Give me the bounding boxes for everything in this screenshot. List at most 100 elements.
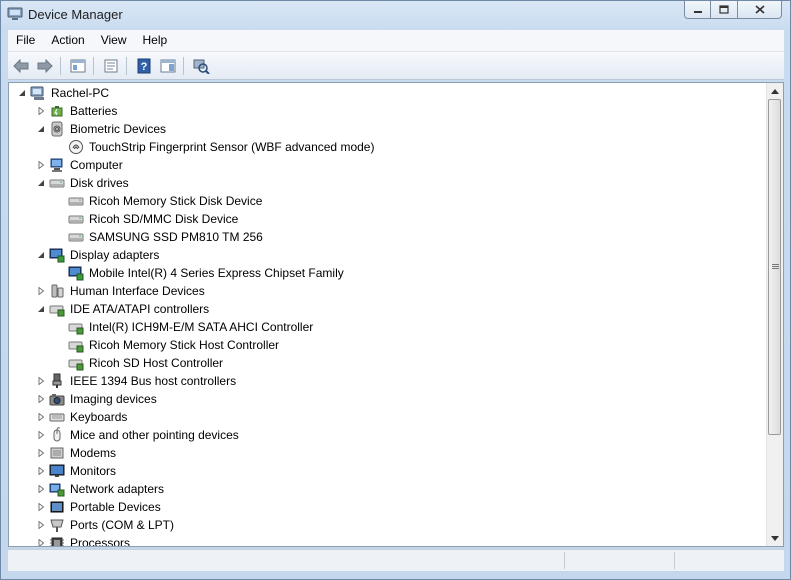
expand-icon[interactable]: [37, 161, 45, 169]
properties-icon: [104, 59, 118, 72]
display-adapter-icon: [68, 266, 84, 281]
forward-button[interactable]: [34, 56, 56, 76]
tree-category[interactable]: Keyboards: [9, 408, 769, 426]
device-manager-icon: [7, 7, 23, 20]
tree-item-label: Human Interface Devices: [70, 284, 205, 298]
title-bar[interactable]: Device Manager: [1, 1, 790, 29]
menu-file[interactable]: File: [8, 30, 43, 51]
collapse-icon[interactable]: [37, 125, 45, 133]
mouse-icon: [53, 427, 61, 442]
help-button[interactable]: ?: [133, 56, 155, 76]
ieee1394-icon: [52, 373, 62, 388]
expand-icon[interactable]: [37, 377, 45, 385]
status-panel: [564, 552, 565, 569]
tree-category[interactable]: IEEE 1394 Bus host controllers: [9, 372, 769, 390]
tree-item-label: IDE ATA/ATAPI controllers: [70, 302, 210, 316]
tree-category[interactable]: Display adapters: [9, 246, 769, 264]
expand-icon[interactable]: [37, 287, 45, 295]
tree-item-label: Ricoh SD Host Controller: [89, 356, 224, 370]
tree-category[interactable]: Modems: [9, 444, 769, 462]
tree-device[interactable]: Mobile Intel(R) 4 Series Express Chipset…: [9, 264, 769, 282]
monitor-icon: [49, 464, 65, 477]
collapse-icon[interactable]: [18, 89, 26, 97]
expand-icon[interactable]: [37, 107, 45, 115]
menu-help[interactable]: Help: [135, 30, 176, 51]
back-button[interactable]: [10, 56, 32, 76]
tree-category[interactable]: Imaging devices: [9, 390, 769, 408]
tree-device[interactable]: Ricoh Memory Stick Disk Device: [9, 192, 769, 210]
maximize-button[interactable]: [711, 1, 738, 19]
scroll-up-button[interactable]: [767, 83, 783, 99]
vertical-scrollbar[interactable]: [766, 83, 783, 546]
portable-device-icon: [50, 501, 64, 513]
properties-button[interactable]: [100, 56, 122, 76]
device-manager-window: Device Manager File Action View Help ? R…: [0, 0, 791, 580]
show-hide-console-tree-button[interactable]: [67, 56, 89, 76]
toolbar-separator: [93, 56, 94, 75]
tree-item-label: Disk drives: [70, 176, 129, 190]
collapse-icon[interactable]: [37, 179, 45, 187]
toolbar-separator: [126, 56, 127, 75]
fingerprint-icon: [69, 140, 83, 154]
expand-icon[interactable]: [37, 539, 45, 547]
tree-device[interactable]: Ricoh SD/MMC Disk Device: [9, 210, 769, 228]
tree-item-label: Computer: [70, 158, 123, 172]
network-adapter-icon: [49, 483, 65, 497]
tree-device[interactable]: Intel(R) ICH9M-E/M SATA AHCI Controller: [9, 318, 769, 336]
tree-device[interactable]: TouchStrip Fingerprint Sensor (WBF advan…: [9, 138, 769, 156]
maximize-icon: [719, 5, 729, 14]
close-button[interactable]: [738, 1, 782, 19]
disk-drive-icon: [68, 197, 84, 206]
collapse-icon[interactable]: [37, 305, 45, 313]
expand-icon[interactable]: [37, 485, 45, 493]
expand-icon[interactable]: [37, 413, 45, 421]
device-tree: Rachel-PC Batteries Biometric Devices Touch…: [9, 84, 769, 547]
ide-controller-icon: [68, 323, 84, 335]
tree-category[interactable]: Network adapters: [9, 480, 769, 498]
scrollbar-grip: [772, 268, 779, 269]
scroll-down-button[interactable]: [767, 530, 783, 546]
expand-icon[interactable]: [37, 431, 45, 439]
tree-device[interactable]: SAMSUNG SSD PM810 TM 256: [9, 228, 769, 246]
tree-item-label: Ricoh SD/MMC Disk Device: [89, 212, 239, 226]
tree-root[interactable]: Rachel-PC: [9, 84, 769, 102]
tree-category[interactable]: Disk drives: [9, 174, 769, 192]
tree-category[interactable]: Monitors: [9, 462, 769, 480]
tree-category[interactable]: Human Interface Devices: [9, 282, 769, 300]
tree-device[interactable]: Ricoh Memory Stick Host Controller: [9, 336, 769, 354]
tree-item-label: Rachel-PC: [51, 86, 110, 100]
camera-icon: [49, 394, 65, 406]
expand-icon[interactable]: [37, 395, 45, 403]
tree-category[interactable]: Portable Devices: [9, 498, 769, 516]
tree-device[interactable]: Ricoh SD Host Controller: [9, 354, 769, 372]
status-panel: [674, 552, 675, 569]
device-tree-pane[interactable]: Rachel-PC Batteries Biometric Devices Touch…: [8, 82, 784, 547]
tree-category[interactable]: Ports (COM & LPT): [9, 516, 769, 534]
tree-category[interactable]: Processors: [9, 534, 769, 547]
keyboard-icon: [49, 413, 65, 422]
hid-icon: [51, 284, 64, 298]
menu-view[interactable]: View: [93, 30, 135, 51]
collapse-icon[interactable]: [37, 251, 45, 259]
disk-drive-icon: [68, 215, 84, 224]
tree-item-label: Intel(R) ICH9M-E/M SATA AHCI Controller: [89, 320, 314, 334]
port-icon: [50, 519, 64, 532]
action-pane-button[interactable]: [157, 56, 179, 76]
expand-icon[interactable]: [37, 503, 45, 511]
tree-category[interactable]: IDE ATA/ATAPI controllers: [9, 300, 769, 318]
scrollbar-grip: [772, 264, 779, 265]
tree-category[interactable]: Batteries: [9, 102, 769, 120]
tree-category[interactable]: Biometric Devices: [9, 120, 769, 138]
expand-icon[interactable]: [37, 521, 45, 529]
tree-category[interactable]: Computer: [9, 156, 769, 174]
scan-hardware-button[interactable]: [190, 56, 212, 76]
scroll-down-icon: [771, 535, 779, 541]
biometric-icon: [51, 121, 63, 137]
minimize-button[interactable]: [684, 1, 711, 19]
expand-icon[interactable]: [37, 467, 45, 475]
expand-icon[interactable]: [37, 449, 45, 457]
tree-category[interactable]: Mice and other pointing devices: [9, 426, 769, 444]
battery-icon: [51, 106, 63, 117]
menu-action[interactable]: Action: [43, 30, 92, 51]
scrollbar-thumb[interactable]: [768, 99, 781, 435]
